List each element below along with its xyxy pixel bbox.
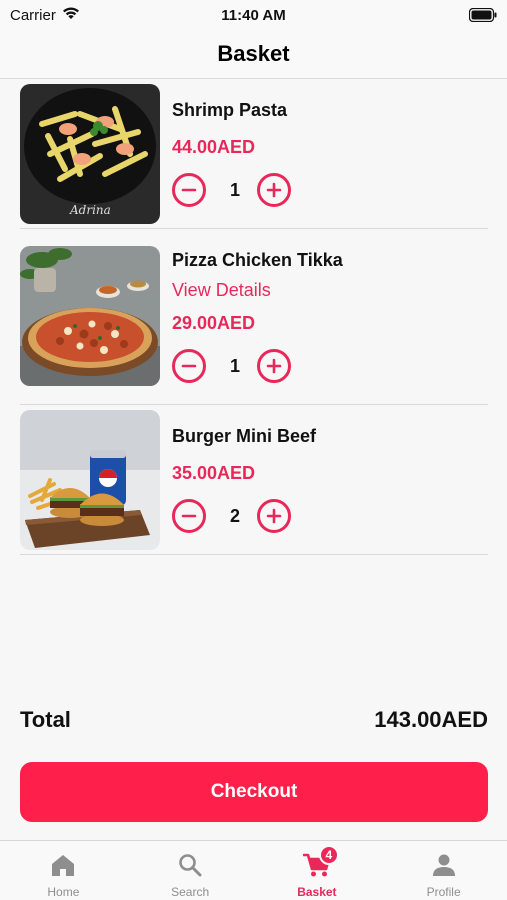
item-price: 29.00AED <box>172 313 256 333</box>
view-details-link[interactable]: View Details <box>172 280 271 301</box>
item-name: Shrimp Pasta <box>172 100 288 120</box>
quantity-stepper: 2 <box>172 498 296 534</box>
tab-bar: Home Search 4 Basket Profile <box>0 840 507 900</box>
quantity-stepper: 1 <box>172 172 296 208</box>
increase-quantity-button[interactable] <box>257 173 291 207</box>
decrease-quantity-button[interactable] <box>172 499 206 533</box>
carrier-label: Carrier <box>10 6 56 24</box>
basket-item-pizza-chicken-tikka: Pizza Chicken Tikka View Details 29.00AE… <box>20 230 488 405</box>
home-icon <box>50 851 76 879</box>
plus-icon <box>266 358 282 374</box>
quantity-value: 1 <box>229 356 240 376</box>
minus-icon <box>181 188 197 192</box>
tab-profile[interactable]: Profile <box>380 841 507 900</box>
cart-icon: 4 <box>302 845 339 879</box>
minus-icon <box>181 364 197 368</box>
shrimp-pasta-image: Adrina <box>20 84 160 224</box>
tab-home[interactable]: Home <box>0 841 127 900</box>
person-icon <box>432 851 456 879</box>
total-label: Total <box>20 707 71 732</box>
page-title: Basket <box>217 41 290 66</box>
tab-label: Search <box>171 885 210 899</box>
svg-text:Adrina: Adrina <box>69 203 111 217</box>
wifi-icon <box>62 6 80 24</box>
item-price: 35.00AED <box>172 463 256 483</box>
basket-count-badge: 4 <box>318 845 339 865</box>
increase-quantity-button[interactable] <box>257 349 291 383</box>
battery-icon <box>469 8 497 22</box>
basket-item-shrimp-pasta: Adrina Shrimp Pasta 44.00AED 1 <box>20 80 488 229</box>
checkout-label: Checkout <box>210 781 298 802</box>
pizza-image <box>20 246 160 386</box>
quantity-stepper: 1 <box>172 348 296 384</box>
decrease-quantity-button[interactable] <box>172 349 206 383</box>
search-icon <box>178 851 202 879</box>
status-bar: Carrier 11:40 AM <box>0 0 507 30</box>
item-name: Burger Mini Beef <box>172 426 317 446</box>
decrease-quantity-button[interactable] <box>172 173 206 207</box>
plus-icon <box>266 508 282 524</box>
total-value: 143.00AED <box>374 707 488 732</box>
total-row: Total 143.00AED <box>20 702 488 738</box>
quantity-value: 2 <box>229 506 240 526</box>
tab-label: Basket <box>297 885 337 899</box>
status-left: Carrier <box>10 6 80 24</box>
increase-quantity-button[interactable] <box>257 499 291 533</box>
navigation-bar: Basket <box>0 30 507 79</box>
quantity-value: 1 <box>229 180 240 200</box>
tab-basket[interactable]: 4 Basket <box>254 841 381 900</box>
tab-label: Profile <box>426 885 461 899</box>
plus-icon <box>266 182 282 198</box>
tab-search[interactable]: Search <box>127 841 254 900</box>
basket-item-burger-mini-beef: Burger Mini Beef 35.00AED 2 <box>20 406 488 555</box>
checkout-button[interactable]: Checkout <box>20 762 488 822</box>
minus-icon <box>181 514 197 518</box>
tab-label: Home <box>47 885 80 899</box>
item-price: 44.00AED <box>172 137 256 157</box>
item-name: Pizza Chicken Tikka <box>172 250 343 270</box>
burger-image <box>20 410 160 550</box>
